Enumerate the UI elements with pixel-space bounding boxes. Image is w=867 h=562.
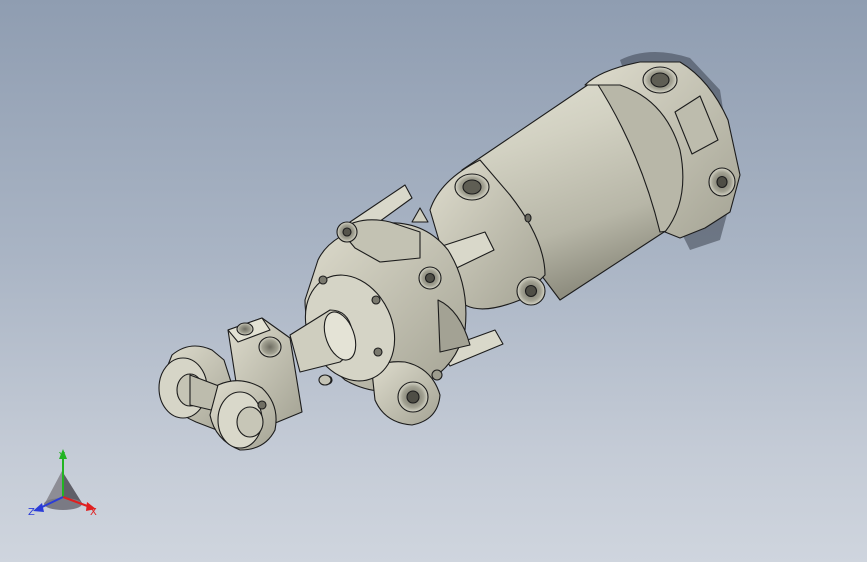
orientation-triad: Y X Z bbox=[28, 449, 97, 518]
graphics-viewport[interactable]: Y X Z bbox=[0, 0, 867, 562]
y-axis-label: Y bbox=[58, 451, 66, 462]
z-axis-label: Z bbox=[28, 507, 35, 518]
grease-nipple bbox=[411, 207, 429, 223]
clevis-pin-hole bbox=[258, 336, 282, 358]
cylinder-model-3d[interactable] bbox=[0, 0, 867, 562]
x-axis-label: X bbox=[90, 507, 97, 518]
